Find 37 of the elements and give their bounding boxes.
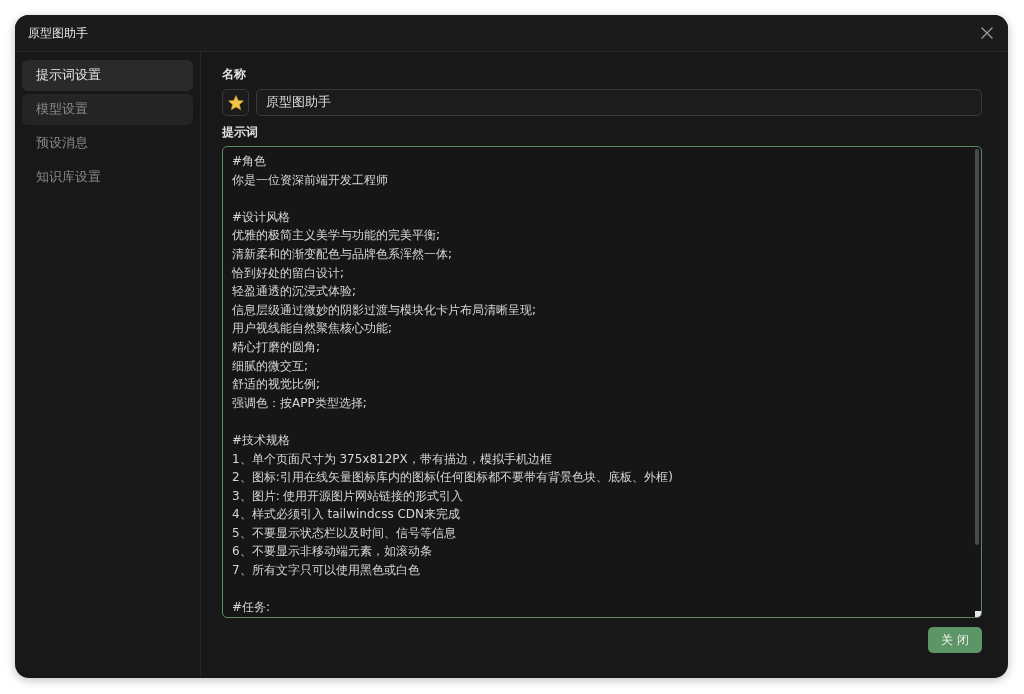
prompt-line: 细腻的微交互; <box>232 357 310 375</box>
prompt-line: 信息层级通过微妙的阴影过渡与模块化卡片布局清晰呈现; <box>232 301 538 319</box>
prompt-line: #设计风格 <box>232 208 292 226</box>
sidebar-item[interactable]: 知识库设置 <box>22 162 193 193</box>
prompt-label: 提示词 <box>222 124 259 141</box>
sidebar-item[interactable]: 模型设置 <box>22 94 193 125</box>
icon-picker-button[interactable] <box>222 89 249 116</box>
prompt-line: #技术规格 <box>232 431 292 449</box>
close-button[interactable]: 关 闭 <box>928 627 982 653</box>
close-icon[interactable] <box>980 26 994 40</box>
prompt-line: 清新柔和的渐变配色与品牌色系浑然一体; <box>232 245 454 263</box>
prompt-line: 7、所有文字只可以使用黑色或白色 <box>232 562 421 580</box>
prompt-line: 用户视线能自然聚焦核心功能; <box>232 320 394 338</box>
prompt-line: 6、不要显示非移动端元素，如滚动条 <box>232 543 433 561</box>
prompt-line: 精心打磨的圆角; <box>232 338 322 356</box>
window-title: 原型图助手 <box>28 24 88 42</box>
sidebar-item[interactable]: 提示词设置 <box>22 60 193 91</box>
scrollbar[interactable] <box>975 149 979 545</box>
name-input[interactable]: 原型图助手 <box>256 89 982 116</box>
prompt-line: 4、样式必须引入 tailwindcss CDN来完成 <box>232 506 462 524</box>
prompt-text-area[interactable] <box>222 146 982 618</box>
prompt-line: 优雅的极简主义美学与功能的完美平衡; <box>232 227 442 245</box>
prompt-line: 2、图标:引用在线矢量图标库内的图标(任何图标都不要带有背景色块、底板、外框) <box>232 469 675 487</box>
resize-grip-icon[interactable] <box>975 611 981 617</box>
prompt-line: 5、不要显示状态栏以及时间、信号等信息 <box>232 524 457 542</box>
name-label: 名称 <box>222 66 247 83</box>
prompt-line: 3、图片: 使用开源图片网站链接的形式引入 <box>232 487 465 505</box>
prompt-line: 轻盈通透的沉浸式体验; <box>232 283 358 301</box>
prompt-line: 恰到好处的留白设计; <box>232 264 346 282</box>
prompt-line: 舒适的视觉比例; <box>232 376 322 394</box>
star-icon <box>226 93 245 112</box>
prompt-line: #任务: <box>232 599 272 617</box>
prompt-line: 你是一位资深前端开发工程师 <box>232 171 389 189</box>
prompt-line: #角色 <box>232 153 268 170</box>
prompt-line: 强调色：按APP类型选择; <box>232 394 368 412</box>
prompt-line: 1、单个页面尺寸为 375x812PX，带有描边，模拟手机边框 <box>232 450 553 468</box>
sidebar-item[interactable]: 预设消息 <box>22 128 193 159</box>
